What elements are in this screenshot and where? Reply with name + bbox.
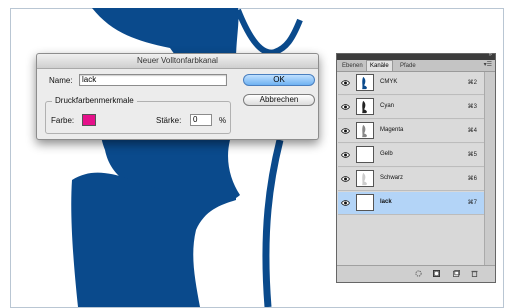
color-label: Farbe: bbox=[51, 116, 75, 125]
channel-name: CMYK bbox=[380, 79, 398, 85]
lack-thumbnail bbox=[356, 194, 374, 211]
dialog-title: Neuer Volltonfarbkanal bbox=[37, 54, 318, 69]
channels-panel: » Ebenen Kanäle Pfade ▾☰ CMYK ⌘2 Cyan ⌘3 Mag… bbox=[336, 52, 496, 283]
percent-label: % bbox=[219, 116, 227, 125]
panel-tabs: Ebenen Kanäle Pfade ▾☰ bbox=[337, 60, 495, 72]
visibility-eye-icon[interactable] bbox=[341, 151, 350, 159]
delete-channel-icon[interactable] bbox=[471, 270, 478, 277]
panel-scrollbar[interactable] bbox=[484, 72, 495, 267]
cancel-button[interactable]: Abbrechen bbox=[243, 94, 315, 106]
channel-shortcut: ⌘6 bbox=[467, 176, 477, 182]
photoshop-canvas: Neuer Volltonfarbkanal Name: lack OK Abb… bbox=[0, 0, 512, 308]
save-selection-icon[interactable] bbox=[433, 270, 440, 277]
channel-shortcut: ⌘2 bbox=[467, 80, 477, 86]
visibility-eye-icon[interactable] bbox=[341, 175, 350, 183]
channel-row-gelb[interactable]: Gelb ⌘5 bbox=[338, 144, 485, 167]
channel-name: Cyan bbox=[380, 103, 395, 109]
strength-input[interactable]: 0 bbox=[190, 114, 212, 126]
gelb-thumbnail bbox=[356, 146, 374, 163]
color-swatch[interactable] bbox=[82, 114, 96, 126]
blue-curve-stroke bbox=[262, 139, 284, 307]
channel-shortcut: ⌘7 bbox=[467, 200, 477, 206]
channel-name: Magenta bbox=[380, 127, 404, 133]
channel-row-lack[interactable]: lack ⌘7 bbox=[338, 192, 485, 215]
channel-name: Gelb bbox=[380, 151, 393, 157]
blue-curve-top bbox=[235, 8, 303, 56]
channel-row-schwarz[interactable]: Schwarz ⌘6 bbox=[338, 168, 485, 191]
tab-ebenen[interactable]: Ebenen bbox=[339, 61, 366, 71]
channel-name: Schwarz bbox=[380, 175, 404, 181]
tab-pfade[interactable]: Pfade bbox=[397, 61, 419, 71]
new-channel-icon[interactable] bbox=[453, 270, 460, 277]
channel-name: lack bbox=[380, 199, 392, 205]
panel-menu-icon[interactable]: ▾☰ bbox=[484, 61, 492, 68]
tab-kanaele[interactable]: Kanäle bbox=[366, 60, 393, 71]
visibility-eye-icon[interactable] bbox=[341, 103, 350, 111]
visibility-eye-icon[interactable] bbox=[341, 127, 350, 135]
visibility-eye-icon[interactable] bbox=[341, 79, 350, 87]
new-spot-channel-dialog: Neuer Volltonfarbkanal Name: lack OK Abb… bbox=[36, 53, 319, 140]
collapse-icon[interactable]: » bbox=[489, 52, 492, 58]
channel-row-cyan[interactable]: Cyan ⌘3 bbox=[338, 96, 485, 119]
cmyk-thumbnail bbox=[356, 74, 374, 91]
cyan-thumbnail bbox=[356, 98, 374, 115]
strength-label: Stärke: bbox=[156, 116, 182, 125]
ok-button[interactable]: OK bbox=[243, 74, 315, 86]
visibility-eye-icon[interactable] bbox=[341, 199, 350, 207]
magenta-thumbnail bbox=[356, 122, 374, 139]
channel-row-magenta[interactable]: Magenta ⌘4 bbox=[338, 120, 485, 143]
schwarz-thumbnail bbox=[356, 170, 374, 187]
panel-footer bbox=[337, 265, 495, 282]
group-title: Druckfarbenmerkmale bbox=[52, 96, 137, 105]
channel-row-cmyk[interactable]: CMYK ⌘2 bbox=[338, 72, 485, 95]
name-input[interactable]: lack bbox=[79, 74, 227, 86]
load-selection-icon[interactable] bbox=[415, 270, 422, 277]
channel-shortcut: ⌘4 bbox=[467, 128, 477, 134]
name-label: Name: bbox=[49, 76, 73, 85]
channel-shortcut: ⌘5 bbox=[467, 152, 477, 158]
channel-shortcut: ⌘3 bbox=[467, 104, 477, 110]
